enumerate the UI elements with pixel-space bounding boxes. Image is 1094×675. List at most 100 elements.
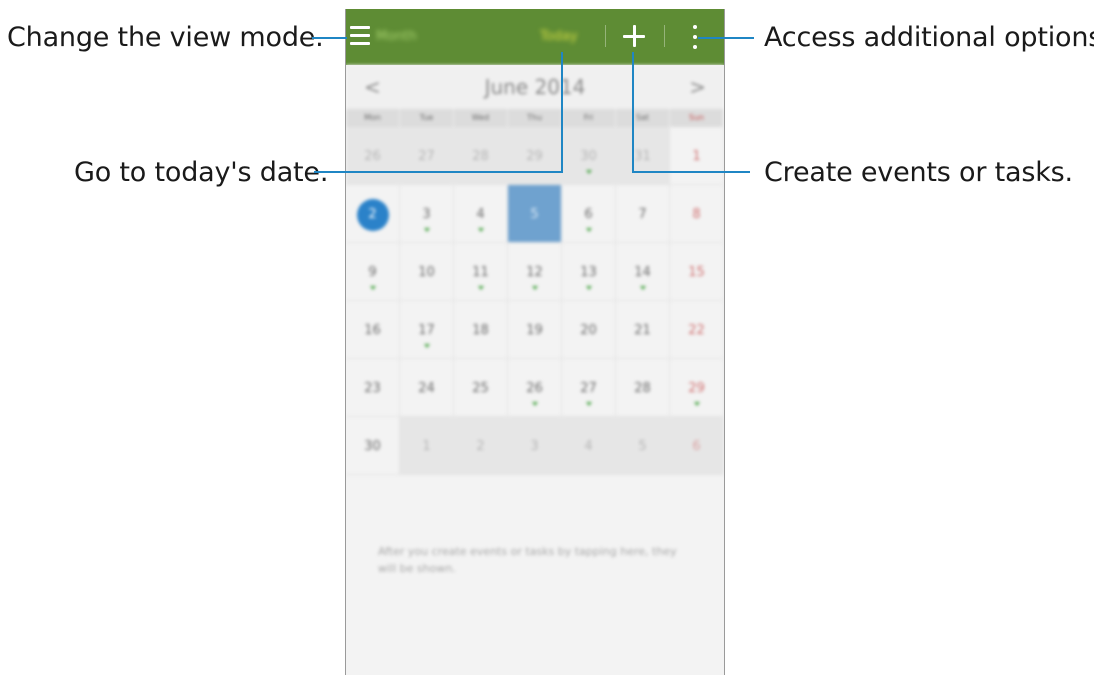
day-cell[interactable]: 27 [400, 127, 454, 185]
day-cell[interactable]: 19 [508, 301, 562, 359]
day-cell[interactable]: 21 [616, 301, 670, 359]
day-number: 4 [584, 439, 593, 454]
day-cell[interactable]: 18 [454, 301, 508, 359]
day-number: 23 [364, 381, 381, 396]
day-cell[interactable]: 2 [454, 417, 508, 475]
day-number: 22 [688, 323, 705, 338]
next-month-icon[interactable]: > [689, 75, 706, 99]
day-number: 30 [364, 439, 381, 454]
day-number: 19 [526, 323, 543, 338]
day-cell[interactable]: 12 [508, 243, 562, 301]
day-number: 9 [368, 265, 377, 280]
calendar-screen: Month Today < June 2014 > Mon Tue Wed Thu Fr… [345, 9, 725, 675]
day-cell[interactable]: 30 [346, 417, 400, 475]
event-marker-icon [423, 344, 430, 348]
empty-events-hint: After you create events or tasks by tapp… [378, 545, 677, 575]
view-mode-title[interactable]: Month [376, 29, 417, 44]
day-cell-today[interactable]: 2 [346, 185, 400, 243]
day-cell[interactable]: 29 [670, 359, 724, 417]
day-number: 16 [364, 323, 381, 338]
day-cell[interactable]: 16 [346, 301, 400, 359]
day-cell[interactable]: 4 [562, 417, 616, 475]
day-cell[interactable]: 6 [562, 185, 616, 243]
day-number: 10 [418, 265, 435, 280]
day-cell[interactable]: 25 [454, 359, 508, 417]
day-cell-selected[interactable]: 5 [508, 185, 562, 243]
event-marker-icon [531, 402, 538, 406]
week-row: 30 1 2 3 4 5 6 [346, 417, 724, 475]
leader-line-today [314, 171, 563, 173]
day-cell[interactable]: 17 [400, 301, 454, 359]
day-cell[interactable]: 30 [562, 127, 616, 185]
day-cell[interactable]: 23 [346, 359, 400, 417]
day-number: 7 [638, 207, 647, 222]
weekday-label: Tue [400, 109, 454, 127]
day-number: 20 [580, 323, 597, 338]
day-number: 28 [634, 381, 651, 396]
day-number: 28 [472, 149, 489, 164]
day-number: 29 [526, 149, 543, 164]
day-number: 4 [476, 207, 485, 222]
day-cell[interactable]: 24 [400, 359, 454, 417]
day-cell[interactable]: 1 [400, 417, 454, 475]
week-row: 23 24 25 26 27 28 29 [346, 359, 724, 417]
month-grid: 26 27 28 29 30 31 1 2 3 4 5 6 7 8 9 10 11 12 13 14 15 16 17 18 1… [346, 127, 724, 475]
leader-line-create [632, 52, 634, 173]
day-number: 31 [634, 149, 651, 164]
calendar-body: < June 2014 > Mon Tue Wed Thu Fri Sat Sun 26 27… [346, 65, 724, 675]
event-marker-icon [585, 402, 592, 406]
day-cell[interactable]: 3 [400, 185, 454, 243]
callout-change-view-mode: Change the view mode. [7, 22, 324, 53]
day-cell[interactable]: 11 [454, 243, 508, 301]
day-cell[interactable]: 7 [616, 185, 670, 243]
week-row: 26 27 28 29 30 31 1 [346, 127, 724, 185]
day-cell[interactable]: 4 [454, 185, 508, 243]
day-number: 5 [530, 207, 539, 222]
day-cell[interactable]: 29 [508, 127, 562, 185]
day-number: 3 [530, 439, 539, 454]
day-cell[interactable]: 14 [616, 243, 670, 301]
day-number: 3 [422, 207, 431, 222]
day-cell[interactable]: 6 [670, 417, 724, 475]
day-number: 11 [472, 265, 489, 280]
day-number: 15 [688, 265, 705, 280]
weekday-label: Fri [562, 109, 616, 127]
day-cell[interactable]: 20 [562, 301, 616, 359]
day-cell[interactable]: 1 [670, 127, 724, 185]
day-number: 18 [472, 323, 489, 338]
day-number: 27 [580, 381, 597, 396]
event-marker-icon [423, 228, 430, 232]
day-cell[interactable]: 22 [670, 301, 724, 359]
divider [664, 25, 665, 47]
day-cell[interactable]: 3 [508, 417, 562, 475]
day-cell[interactable]: 13 [562, 243, 616, 301]
day-cell[interactable]: 28 [616, 359, 670, 417]
day-cell[interactable]: 26 [508, 359, 562, 417]
day-cell[interactable]: 8 [670, 185, 724, 243]
day-cell[interactable]: 28 [454, 127, 508, 185]
day-number: 5 [638, 439, 647, 454]
day-number: 17 [418, 323, 435, 338]
day-number: 14 [634, 265, 651, 280]
day-cell[interactable]: 10 [400, 243, 454, 301]
weekday-label: Sun [670, 109, 724, 127]
event-marker-icon [369, 286, 376, 290]
callout-create-events: Create events or tasks. [764, 157, 1073, 188]
leader-line-today [561, 52, 563, 173]
today-button[interactable]: Today [540, 29, 578, 44]
day-number: 26 [526, 381, 543, 396]
day-cell[interactable]: 31 [616, 127, 670, 185]
week-row: 16 17 18 19 20 21 22 [346, 301, 724, 359]
day-cell[interactable]: 9 [346, 243, 400, 301]
week-row: 2 3 4 5 6 7 8 [346, 185, 724, 243]
day-cell[interactable]: 26 [346, 127, 400, 185]
day-cell[interactable]: 15 [670, 243, 724, 301]
day-cell[interactable]: 27 [562, 359, 616, 417]
event-marker-icon [585, 170, 592, 174]
day-cell[interactable]: 5 [616, 417, 670, 475]
leader-line-create [632, 171, 750, 173]
event-marker-icon [639, 286, 646, 290]
hamburger-menu-icon[interactable] [350, 22, 370, 48]
plus-icon[interactable] [623, 25, 645, 47]
weekday-label: Sat [616, 109, 670, 127]
